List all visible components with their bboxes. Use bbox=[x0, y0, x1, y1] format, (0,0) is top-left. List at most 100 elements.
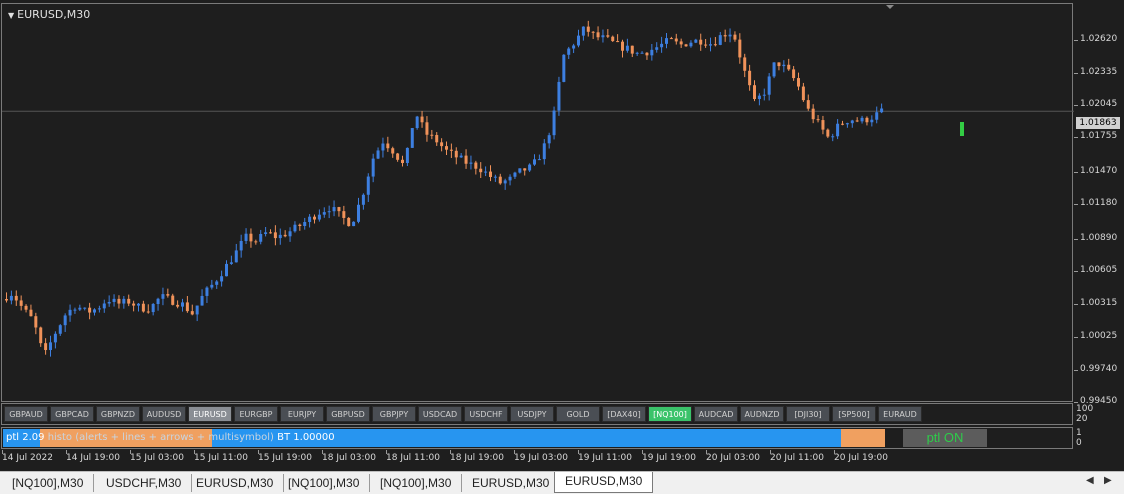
candle bbox=[259, 229, 263, 245]
symbol-button-eurusd[interactable]: EURUSD bbox=[188, 406, 232, 422]
candle bbox=[171, 293, 175, 306]
candle bbox=[581, 26, 585, 41]
symbol-button-sp500[interactable]: [SP500] bbox=[832, 406, 876, 422]
candle bbox=[645, 52, 649, 60]
symbol-button-eurgbp[interactable]: EURGBP bbox=[234, 406, 278, 422]
candle bbox=[513, 171, 517, 179]
candle bbox=[606, 29, 610, 39]
time-tick-label: 15 Jul 19:00 bbox=[258, 450, 312, 463]
candle bbox=[347, 216, 351, 227]
candle bbox=[572, 43, 576, 54]
price-tick-label: 1.02620 bbox=[1073, 34, 1118, 44]
time-tick-label: 15 Jul 11:00 bbox=[194, 450, 248, 463]
candle bbox=[655, 42, 659, 53]
ptl-toggle-button[interactable]: ptl ON bbox=[903, 429, 987, 447]
candle bbox=[841, 120, 844, 126]
symbol-button-gold[interactable]: GOLD bbox=[556, 406, 600, 422]
candle bbox=[718, 32, 722, 46]
candle bbox=[322, 207, 326, 218]
symbol-button-usdchf[interactable]: USDCHF bbox=[464, 406, 508, 422]
scroll-right-icon[interactable]: ▶ bbox=[1104, 475, 1112, 486]
candle bbox=[503, 178, 507, 190]
price-tick-label: 1.01755 bbox=[1073, 131, 1118, 141]
symbol-button-dax40[interactable]: [DAX40] bbox=[602, 406, 646, 422]
chart-title[interactable]: ▼ EURUSD,M30 bbox=[8, 8, 90, 21]
symbol-button-gbpjpy[interactable]: GBPJPY bbox=[372, 406, 416, 422]
symbol-button-gbpusd[interactable]: GBPUSD bbox=[326, 406, 370, 422]
candle bbox=[5, 292, 8, 303]
price-chart-pane[interactable]: ▼ EURUSD,M30 bbox=[1, 3, 1074, 402]
symbol-button-gbpnzd[interactable]: GBPNZD bbox=[96, 406, 140, 422]
time-tick-label: 15 Jul 03:00 bbox=[130, 450, 184, 463]
indicator-label: ptl 2.09 histo (alerts + lines + arrows … bbox=[6, 432, 335, 443]
candle bbox=[635, 51, 639, 56]
time-tick-label: 20 Jul 03:00 bbox=[706, 450, 760, 463]
candle bbox=[73, 307, 77, 314]
symbol-button-euraud[interactable]: EURAUD bbox=[878, 406, 922, 422]
time-tick-label: 18 Jul 03:00 bbox=[322, 450, 376, 463]
candle bbox=[107, 295, 111, 307]
chart-tab[interactable]: EURUSD,M30 bbox=[462, 474, 561, 492]
candle bbox=[464, 149, 468, 169]
time-tick-label: 20 Jul 19:00 bbox=[834, 450, 888, 463]
candle bbox=[493, 174, 497, 182]
candle bbox=[288, 227, 292, 242]
scroll-left-icon[interactable]: ◀ bbox=[1086, 475, 1094, 486]
symbol-button-usdcad[interactable]: USDCAD bbox=[418, 406, 462, 422]
candle bbox=[239, 234, 243, 258]
symbol-button-gbpcad[interactable]: GBPCAD bbox=[50, 406, 94, 422]
candlestick-chart bbox=[2, 5, 1074, 357]
candle bbox=[44, 338, 48, 355]
indicator-axis: 1 0 bbox=[1076, 428, 1082, 448]
candle bbox=[254, 239, 258, 245]
candle bbox=[689, 40, 693, 48]
chart-tab[interactable]: [NQ100],M30 bbox=[2, 474, 95, 492]
candle bbox=[650, 43, 654, 61]
symbol-buttons-pane: GBPAUD GBPCAD GBPNZD AUDUSD EURUSD EURGBP EURJ… bbox=[1, 403, 1073, 425]
time-tick-label: 14 Jul 2022 bbox=[2, 450, 53, 463]
chart-tab[interactable]: USDCHF,M30 bbox=[96, 474, 193, 492]
chart-tab[interactable]: EURUSD,M30 bbox=[554, 472, 654, 493]
candle bbox=[361, 193, 365, 210]
candle bbox=[264, 227, 268, 237]
candle bbox=[88, 302, 92, 320]
candle bbox=[674, 33, 678, 45]
candle bbox=[200, 289, 204, 306]
chart-tab[interactable]: EURUSD,M30 bbox=[186, 474, 285, 492]
symbol-button-usdjpy[interactable]: USDJPY bbox=[510, 406, 554, 422]
symbol-button-gbpaud[interactable]: GBPAUD bbox=[4, 406, 48, 422]
candle bbox=[29, 304, 33, 317]
candle bbox=[845, 122, 849, 128]
chart-tab[interactable]: [NQ100],M30 bbox=[278, 474, 371, 492]
candle bbox=[484, 166, 488, 177]
chart-window[interactable]: ▼ EURUSD,M30 1.01863 1.02620 1.02335 1.0204… bbox=[0, 0, 1124, 471]
candle bbox=[337, 206, 341, 217]
indicator-histogram-segment bbox=[841, 429, 885, 447]
chart-tab[interactable]: [NQ100],M30 bbox=[370, 474, 463, 492]
candle bbox=[166, 288, 170, 298]
candle bbox=[772, 62, 776, 79]
symbol-button-dji30[interactable]: [DJI30] bbox=[786, 406, 830, 422]
candle bbox=[278, 228, 282, 245]
candle bbox=[713, 37, 717, 47]
candle bbox=[83, 307, 87, 311]
candle bbox=[445, 141, 448, 155]
candle bbox=[537, 154, 541, 161]
candle bbox=[630, 45, 634, 58]
candle bbox=[352, 221, 356, 227]
candle bbox=[156, 297, 160, 311]
candle bbox=[728, 28, 732, 43]
symbol-button-nq100[interactable]: [NQ100] bbox=[648, 406, 692, 422]
symbol-button-audnzd[interactable]: AUDNZD bbox=[740, 406, 784, 422]
symbol-button-audusd[interactable]: AUDUSD bbox=[142, 406, 186, 422]
candle bbox=[401, 155, 404, 167]
candle bbox=[611, 35, 615, 42]
time-tick-label: 19 Jul 11:00 bbox=[578, 450, 632, 463]
symbol-button-audcad[interactable]: AUDCAD bbox=[694, 406, 738, 422]
candle bbox=[14, 290, 18, 306]
symbol-button-eurjpy[interactable]: EURJPY bbox=[280, 406, 324, 422]
candle bbox=[283, 230, 287, 238]
price-tick-label: 0.99740 bbox=[1073, 364, 1118, 374]
dropdown-triangle-icon[interactable]: ▼ bbox=[8, 11, 14, 20]
candle bbox=[415, 115, 419, 130]
